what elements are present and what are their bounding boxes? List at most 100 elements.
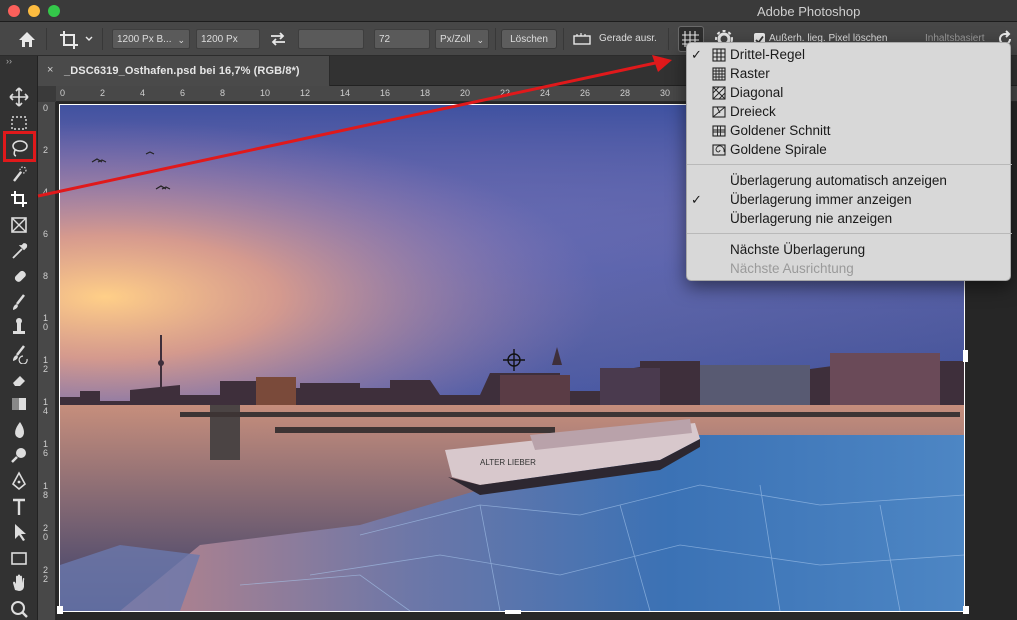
menu-item-cycle-1: Nächste Ausrichtung: [687, 259, 1012, 278]
clone-stamp-tool-icon[interactable]: [8, 316, 30, 338]
ruler-tick-label: 2 0: [43, 523, 49, 542]
menu-item-overlay-4[interactable]: Goldener Schnitt: [687, 121, 1012, 140]
menu-item-overlay-5[interactable]: Goldene Spirale: [687, 140, 1012, 159]
ruler-tick-label: 1 4: [43, 397, 49, 416]
ruler-tick-label: 12: [300, 88, 311, 98]
menu-item-overlay-2[interactable]: Diagonal: [687, 83, 1012, 102]
ruler-tick-label: 14: [340, 88, 351, 98]
ruler-tick-label: 1 2: [43, 355, 49, 374]
ruler-tick-label: 2: [43, 145, 49, 155]
healing-brush-tool-icon[interactable]: [8, 265, 30, 287]
ruler-tick-label: 8: [220, 88, 226, 98]
crop-handle-bottom-left[interactable]: [57, 606, 63, 614]
ruler-tick-label: 6: [180, 88, 186, 98]
ruler-tick-label: 2: [100, 88, 106, 98]
menu-item-label: Goldener Schnitt: [730, 123, 831, 138]
swap-dimensions-icon[interactable]: [266, 28, 290, 50]
eyedropper-tool-icon[interactable]: [8, 240, 30, 262]
minimize-window-button[interactable]: [28, 5, 40, 17]
ruler-origin[interactable]: [38, 86, 56, 102]
close-window-button[interactable]: [8, 5, 20, 17]
dodge-tool-icon[interactable]: [8, 444, 30, 466]
ruler-tick-label: 0: [43, 103, 49, 113]
ruler-tick-label: 2 2: [43, 565, 49, 584]
golden-spiral-icon: [711, 142, 727, 158]
move-tool-icon[interactable]: [8, 86, 30, 108]
clear-button[interactable]: Löschen: [501, 29, 557, 49]
ruler-tick-label: 16: [380, 88, 391, 98]
menu-item-label: Überlagerung automatisch anzeigen: [730, 173, 947, 188]
rectangle-tool-icon[interactable]: [8, 547, 30, 569]
menu-item-display-2[interactable]: Überlagerung nie anzeigen: [687, 209, 1012, 228]
crop-handle-bottom-right[interactable]: [963, 606, 969, 614]
menu-item-display-0[interactable]: Überlagerung automatisch anzeigen: [687, 171, 1012, 190]
blur-tool-icon[interactable]: [8, 419, 30, 441]
width-input[interactable]: 1200 Px: [196, 29, 260, 49]
crop-handle-bottom[interactable]: [505, 610, 521, 614]
crop-preset-icon[interactable]: [56, 26, 96, 52]
ruler-tick-label: 28: [620, 88, 631, 98]
frame-tool-icon[interactable]: [8, 214, 30, 236]
crop-handle-right[interactable]: [963, 350, 968, 362]
ruler-tick-label: 26: [580, 88, 591, 98]
straighten-label[interactable]: Gerade ausr.: [599, 29, 657, 49]
photoshop-window: Adobe Photoshop 1200 Px B... ⌄ 1200 Px 7…: [0, 0, 1017, 620]
ruler-tick-label: 30: [660, 88, 671, 98]
resolution-unit-value: Px/Zoll: [440, 34, 471, 45]
height-input[interactable]: [298, 29, 364, 49]
document-title: _DSC6319_Osthafen.psd bei 16,7% (RGB/8*): [64, 65, 300, 77]
menu-item-label: Überlagerung immer anzeigen: [730, 192, 912, 207]
history-brush-tool-icon[interactable]: [8, 342, 30, 364]
menu-item-label: Raster: [730, 66, 770, 81]
vertical-ruler[interactable]: 0 2 4 6 8 1 0 1 2 1 4 1 6 1 8 2 0 2 2: [38, 102, 56, 620]
chevron-down-icon: ⌄: [177, 35, 185, 45]
zoom-window-button[interactable]: [48, 5, 60, 17]
app-title: Adobe Photoshop: [757, 4, 861, 19]
collapse-panel-icon[interactable]: ››: [6, 56, 12, 66]
ruler-tick-label: 8: [43, 271, 49, 281]
ruler-tick-label: 0: [60, 88, 66, 98]
menu-item-cycle-0[interactable]: Nächste Überlagerung: [687, 240, 1012, 259]
title-bar: Adobe Photoshop: [0, 0, 1017, 22]
brush-tool-icon[interactable]: [8, 291, 30, 313]
menu-item-label: Diagonal: [730, 85, 784, 100]
hand-tool-icon[interactable]: [8, 572, 30, 594]
menu-item-label: Nächste Ausrichtung: [730, 261, 854, 276]
ruler-tick-label: 22: [500, 88, 511, 98]
resolution-unit-select[interactable]: Px/Zoll ⌄: [435, 29, 489, 49]
boat-label: ALTER LIEBER: [480, 458, 536, 467]
ruler-tick-label: 4: [43, 187, 49, 197]
menu-item-overlay-3[interactable]: Dreieck: [687, 102, 1012, 121]
ratio-select[interactable]: 1200 Px B... ⌄: [112, 29, 190, 49]
menu-item-label: Überlagerung nie anzeigen: [730, 211, 893, 226]
crop-tool-icon[interactable]: [8, 188, 30, 210]
overlay-options-menu: ✓ Drittel-Regel Raster Diagonal Dreieck Golde…: [686, 42, 1012, 281]
checkmark-icon: ✓: [691, 47, 702, 62]
close-tab-icon[interactable]: ×: [47, 64, 53, 76]
diagonal-icon: [711, 85, 727, 101]
ruler-tick-label: 4: [140, 88, 146, 98]
gradient-tool-icon[interactable]: [8, 393, 30, 415]
menu-item-overlay-0[interactable]: ✓ Drittel-Regel: [687, 45, 1012, 64]
zoom-tool-icon[interactable]: [8, 598, 30, 620]
eraser-tool-icon[interactable]: [8, 368, 30, 390]
pen-tool-icon[interactable]: [8, 470, 30, 492]
type-tool-icon[interactable]: [8, 496, 30, 518]
path-selection-tool-icon[interactable]: [8, 521, 30, 543]
ruler-tick-label: 1 6: [43, 439, 49, 458]
resolution-input[interactable]: 72: [374, 29, 430, 49]
ruler-tick-label: 10: [260, 88, 271, 98]
ratio-value: 1200 Px B...: [117, 34, 172, 45]
ruler-tick-label: 18: [420, 88, 431, 98]
menu-item-display-1[interactable]: ✓ Überlagerung immer anzeigen: [687, 190, 1012, 209]
straighten-icon[interactable]: [572, 30, 592, 48]
ruler-tick-label: 1 0: [43, 313, 49, 332]
menu-item-label: Nächste Überlagerung: [730, 242, 866, 257]
menu-item-label: Dreieck: [730, 104, 776, 119]
document-tab[interactable]: × _DSC6319_Osthafen.psd bei 16,7% (RGB/8…: [38, 56, 330, 86]
quick-selection-tool-icon[interactable]: [8, 163, 30, 185]
home-icon[interactable]: [14, 27, 40, 51]
menu-item-overlay-1[interactable]: Raster: [687, 64, 1012, 83]
menu-separator: [687, 164, 1012, 165]
ruler-tick-label: 20: [460, 88, 471, 98]
